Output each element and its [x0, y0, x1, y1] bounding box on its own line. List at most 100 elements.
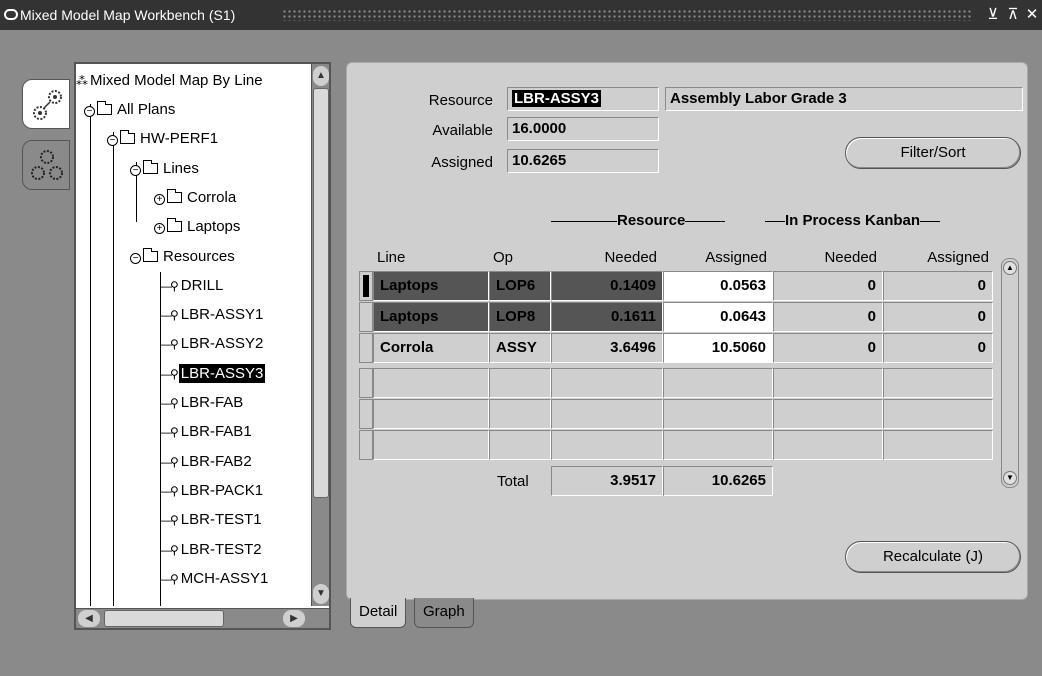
- cell-needed[interactable]: [551, 430, 663, 460]
- collapse-icon[interactable]: −: [84, 106, 95, 117]
- tree-node-plan[interactable]: − HW-PERF1: [107, 127, 220, 151]
- cell-line[interactable]: Corrola: [373, 333, 489, 363]
- expand-icon[interactable]: +: [154, 223, 165, 234]
- mixed-model-map-tab[interactable]: [22, 79, 70, 129]
- resource-icon: —⚲: [160, 484, 179, 498]
- cell-op[interactable]: LOP6: [489, 271, 551, 301]
- cell-kanban-assigned[interactable]: [883, 430, 993, 460]
- tree-node-all-plans[interactable]: − All Plans: [84, 98, 177, 122]
- table-scrollbar[interactable]: ▲ ▼: [1001, 258, 1019, 488]
- tab-graph[interactable]: Graph: [414, 598, 474, 628]
- tree-vertical-scrollbar[interactable]: ▲ ▼: [311, 64, 329, 606]
- cell-assigned-input[interactable]: 10.5060: [663, 333, 773, 363]
- window-menu-icon[interactable]: [4, 9, 18, 20]
- scroll-left-icon[interactable]: ◀: [78, 610, 100, 627]
- cell-needed[interactable]: 0.1409: [551, 271, 663, 301]
- cell-kanban-needed[interactable]: [773, 399, 883, 429]
- cell-assigned-input[interactable]: [663, 368, 773, 398]
- cell-kanban-assigned[interactable]: [883, 399, 993, 429]
- tree-node-resource[interactable]: —⚲ LBR-FAB2: [160, 450, 254, 474]
- resource-icon: —⚲: [160, 396, 179, 410]
- cell-assigned-input[interactable]: 0.0563: [663, 271, 773, 301]
- tree-node-resource[interactable]: —⚲ LBR-PACK1: [160, 479, 265, 503]
- recalculate-button[interactable]: Recalculate (J): [845, 541, 1021, 573]
- workbench-window: Mixed Model Map Workbench (S1) ⊻ ⊼ ✕ ⁂ M…: [0, 0, 1042, 676]
- cell-kanban-needed[interactable]: 0: [773, 271, 883, 301]
- tree-node-lines[interactable]: − Lines: [130, 157, 201, 181]
- cell-line[interactable]: [373, 399, 489, 429]
- resource-icon: —⚲: [160, 279, 179, 293]
- tree-horizontal-scrollbar[interactable]: ◀ ▶: [76, 608, 329, 628]
- tree-node-line-corrola[interactable]: + Corrola: [154, 186, 238, 210]
- cell-assigned-input[interactable]: [663, 430, 773, 460]
- close-icon[interactable]: ✕: [1023, 4, 1041, 26]
- collapse-icon[interactable]: −: [107, 135, 118, 146]
- scroll-down-icon[interactable]: ▼: [1003, 471, 1017, 485]
- collapse-icon[interactable]: −: [130, 165, 141, 176]
- cell-needed[interactable]: 3.6496: [551, 333, 663, 363]
- folder-icon: [167, 189, 182, 203]
- available-field: 16.0000: [507, 117, 659, 141]
- cell-needed[interactable]: [551, 399, 663, 429]
- cell-op[interactable]: [489, 430, 551, 460]
- expand-icon[interactable]: +: [154, 194, 165, 205]
- cell-op[interactable]: ASSY: [489, 333, 551, 363]
- tree-node-resource[interactable]: —⚲ LBR-TEST2: [160, 538, 264, 562]
- tree-node-resource[interactable]: —⚲ LBR-FAB1: [160, 420, 254, 444]
- resource-icon: —⚲: [160, 455, 179, 469]
- collapse-icon[interactable]: −: [130, 253, 141, 264]
- cell-kanban-assigned[interactable]: 0: [883, 271, 993, 301]
- scroll-right-icon[interactable]: ▶: [283, 610, 305, 627]
- tree-node-resource[interactable]: —⚲ LBR-FAB: [160, 391, 245, 415]
- filter-sort-button[interactable]: Filter/Sort: [845, 137, 1021, 169]
- scroll-thumb[interactable]: [104, 610, 224, 627]
- scroll-up-icon[interactable]: ▲: [1003, 261, 1017, 275]
- scroll-up-icon[interactable]: ▲: [313, 66, 329, 86]
- cell-assigned-input[interactable]: [663, 399, 773, 429]
- minimize-icon[interactable]: ⊻: [984, 4, 1002, 26]
- resource-icon: —⚲: [160, 367, 179, 381]
- column-header-op: Op: [493, 249, 514, 266]
- tree-node-resource[interactable]: —⚲ LBR-TEST1: [160, 508, 264, 532]
- tree-node-resource[interactable]: —⚲ LBR-ASSY1: [160, 303, 265, 327]
- cell-line[interactable]: Laptops: [373, 302, 489, 332]
- row-selector[interactable]: [359, 302, 373, 332]
- cell-needed[interactable]: [551, 368, 663, 398]
- cell-line[interactable]: [373, 368, 489, 398]
- row-selector[interactable]: [359, 368, 373, 398]
- tree-node-line-laptops[interactable]: + Laptops: [154, 215, 242, 239]
- cell-kanban-assigned[interactable]: 0: [883, 333, 993, 363]
- row-selector[interactable]: [359, 399, 373, 429]
- cell-line[interactable]: Laptops: [373, 271, 489, 301]
- cell-op[interactable]: [489, 399, 551, 429]
- cell-kanban-needed[interactable]: [773, 430, 883, 460]
- resource-field[interactable]: LBR-ASSY3: [507, 87, 659, 111]
- cell-kanban-needed[interactable]: [773, 368, 883, 398]
- tree-node-resource[interactable]: —⚲ DRILL: [160, 274, 225, 298]
- cell-line[interactable]: [373, 430, 489, 460]
- cell-op[interactable]: [489, 368, 551, 398]
- tree-node-resource[interactable]: —⚲ LBR-ASSY2: [160, 332, 265, 356]
- row-selector[interactable]: [359, 271, 373, 301]
- tab-detail[interactable]: Detail: [350, 598, 407, 628]
- cell-op[interactable]: LOP8: [489, 302, 551, 332]
- cell-kanban-needed[interactable]: 0: [773, 302, 883, 332]
- tree-node-resource-selected[interactable]: —⚲ LBR-ASSY3: [160, 362, 266, 386]
- tree-node-resource[interactable]: —⚲ MCH-ASSY1: [160, 567, 270, 591]
- resource-description-field[interactable]: Assembly Labor Grade 3: [665, 87, 1023, 111]
- scroll-down-icon[interactable]: ▼: [313, 584, 329, 604]
- tree-root[interactable]: ⁂ Mixed Model Map By Line: [76, 69, 265, 93]
- plans-tab[interactable]: [22, 140, 70, 190]
- row-selector[interactable]: [359, 333, 373, 363]
- cell-kanban-assigned[interactable]: [883, 368, 993, 398]
- maximize-icon[interactable]: ⊼: [1004, 4, 1022, 26]
- cell-needed[interactable]: 0.1611: [551, 302, 663, 332]
- tree-node-resources[interactable]: − Resources: [130, 245, 237, 269]
- cell-kanban-assigned[interactable]: 0: [883, 302, 993, 332]
- cell-kanban-needed[interactable]: 0: [773, 333, 883, 363]
- cell-assigned-input[interactable]: 0.0643: [663, 302, 773, 332]
- resource-icon: —⚲: [160, 337, 179, 351]
- tree-content: ⁂ Mixed Model Map By Line − All Plans − HW-…: [76, 64, 309, 606]
- row-selector[interactable]: [359, 430, 373, 460]
- scroll-thumb[interactable]: [313, 88, 329, 498]
